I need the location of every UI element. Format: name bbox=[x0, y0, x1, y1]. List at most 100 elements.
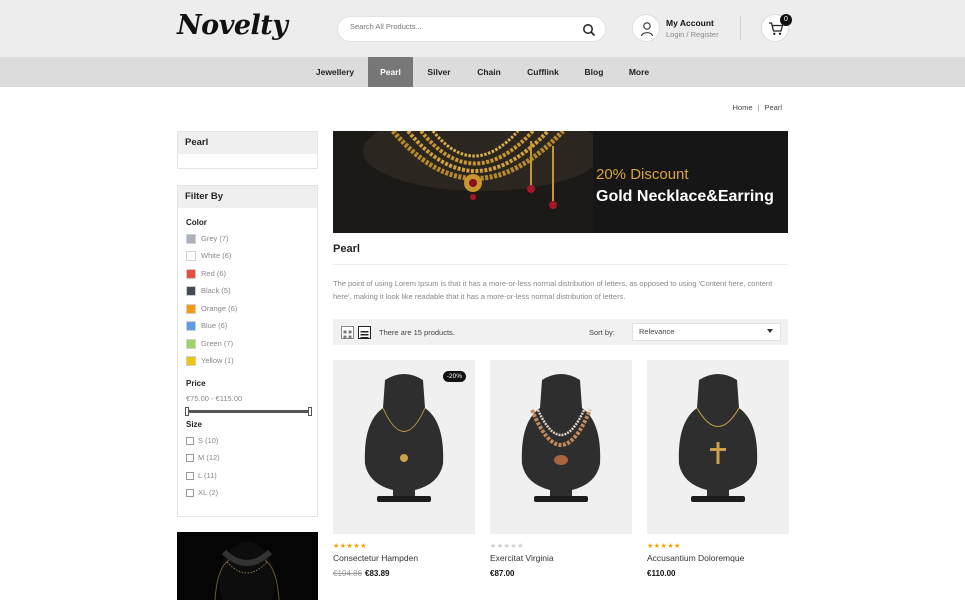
nav-item-blog[interactable]: Blog bbox=[577, 57, 611, 87]
product-image[interactable] bbox=[490, 360, 632, 534]
gold-necklace-image bbox=[333, 131, 593, 233]
product-price: €87.00 bbox=[490, 569, 515, 578]
size-checkbox[interactable] bbox=[186, 471, 194, 480]
color-swatch[interactable] bbox=[186, 250, 196, 261]
main-nav: Jewellery Pearl Silver Chain Cufflink Bl… bbox=[0, 57, 965, 87]
grid-view-button[interactable] bbox=[341, 326, 354, 339]
color-filter-title: Color bbox=[186, 218, 207, 227]
breadcrumb-home[interactable]: Home bbox=[733, 103, 753, 112]
account-button[interactable] bbox=[632, 14, 660, 42]
sort-select[interactable]: Relevance bbox=[632, 323, 781, 341]
nav-item-more[interactable]: More bbox=[622, 57, 656, 87]
color-option-label: Black (5) bbox=[201, 286, 231, 295]
color-option-grey[interactable]: Grey (7) bbox=[186, 233, 229, 244]
price-range-text: €75.00 - €115.00 bbox=[186, 394, 243, 403]
sort-select-value: Relevance bbox=[639, 327, 675, 336]
color-option-label: Red (6) bbox=[201, 269, 227, 278]
product-toolbar: There are 15 products. Sort by: Relevanc… bbox=[333, 319, 788, 345]
nav-item-jewellery[interactable]: Jewellery bbox=[306, 57, 364, 87]
product-old-price: €104.86 bbox=[333, 569, 362, 578]
color-option-label: Blue (6) bbox=[201, 321, 228, 330]
size-option-label: M (12) bbox=[198, 453, 220, 462]
necklace-image bbox=[214, 542, 280, 600]
site-header: Novelty My Account Login / Register 0 bbox=[0, 0, 965, 57]
color-swatch[interactable] bbox=[186, 268, 196, 279]
category-description: The point of using Lorem Ipsum is that i… bbox=[333, 279, 773, 301]
color-swatch[interactable] bbox=[186, 355, 196, 366]
product-card[interactable]: -20% ★★★★★ Consectetur Hampden €104.86 €… bbox=[333, 360, 475, 578]
breadcrumb-separator: | bbox=[757, 103, 760, 112]
sidebar-promo-image[interactable] bbox=[177, 532, 318, 600]
necklace-bust-image bbox=[364, 374, 444, 502]
size-filter-title: Size bbox=[186, 420, 203, 429]
breadcrumb: Home | Pearl bbox=[733, 103, 782, 112]
color-option-label: Yellow (1) bbox=[201, 356, 234, 365]
color-swatch[interactable] bbox=[186, 233, 196, 244]
size-option-l[interactable]: L (11) bbox=[186, 470, 217, 481]
breadcrumb-current: Pearl bbox=[764, 103, 782, 112]
color-option-yellow[interactable]: Yellow (1) bbox=[186, 355, 234, 366]
rating-stars: ★★★★★ bbox=[490, 543, 524, 550]
product-name[interactable]: Accusantium Doloremque bbox=[647, 553, 744, 563]
color-option-orange[interactable]: Orange (6) bbox=[186, 303, 237, 314]
size-checkbox[interactable] bbox=[186, 436, 194, 445]
nav-item-silver[interactable]: Silver bbox=[418, 57, 460, 87]
nav-item-pearl[interactable]: Pearl bbox=[368, 57, 413, 87]
size-checkbox[interactable] bbox=[186, 453, 194, 462]
title-divider bbox=[333, 264, 788, 265]
login-link[interactable]: Login bbox=[666, 30, 684, 39]
nav-item-chain[interactable]: Chain bbox=[468, 57, 510, 87]
account-title[interactable]: My Account bbox=[666, 18, 714, 28]
color-option-red[interactable]: Red (6) bbox=[186, 268, 226, 279]
size-option-xl[interactable]: XL (2) bbox=[186, 487, 218, 498]
color-swatch[interactable] bbox=[186, 338, 196, 349]
header-divider bbox=[740, 16, 741, 40]
color-option-black[interactable]: Black (5) bbox=[186, 285, 231, 296]
chevron-down-icon bbox=[767, 329, 773, 333]
register-link[interactable]: Register bbox=[691, 30, 719, 39]
size-option-m[interactable]: M (12) bbox=[186, 452, 220, 463]
price-slider-track[interactable] bbox=[187, 410, 311, 413]
promo-banner[interactable]: 20% Discount Gold Necklace&Earring bbox=[333, 131, 788, 233]
price-slider-max-handle[interactable] bbox=[308, 407, 312, 416]
sort-label: Sort by: bbox=[589, 328, 615, 337]
product-card[interactable]: ★★★★★ Exercitat Virginia €87.00 bbox=[490, 360, 632, 578]
color-swatch[interactable] bbox=[186, 320, 196, 331]
color-option-label: Green (7) bbox=[201, 339, 234, 348]
filter-title: Filter By bbox=[178, 186, 317, 208]
filter-panel: Filter By Color Grey (7) White (6) Red (… bbox=[177, 185, 318, 517]
color-option-green[interactable]: Green (7) bbox=[186, 338, 233, 349]
rating-stars: ★★★★★ bbox=[647, 543, 681, 550]
account-links: Login / Register bbox=[666, 30, 719, 39]
category-title[interactable]: Pearl bbox=[178, 132, 317, 154]
product-name[interactable]: Exercitat Virginia bbox=[490, 553, 554, 563]
color-swatch[interactable] bbox=[186, 303, 196, 314]
search-icon[interactable] bbox=[582, 23, 596, 37]
product-image[interactable] bbox=[647, 360, 789, 534]
size-option-label: XL (2) bbox=[198, 488, 219, 497]
size-option-label: L (11) bbox=[198, 471, 217, 480]
product-price: €110.00 bbox=[647, 569, 676, 578]
grid-icon bbox=[343, 330, 352, 339]
product-name[interactable]: Consectetur Hampden bbox=[333, 553, 418, 563]
size-checkbox[interactable] bbox=[186, 488, 194, 497]
color-option-white[interactable]: White (6) bbox=[186, 250, 231, 261]
necklace-bust-image bbox=[678, 374, 758, 502]
user-icon bbox=[640, 22, 654, 37]
product-image[interactable]: -20% bbox=[333, 360, 475, 534]
product-count: There are 15 products. bbox=[379, 328, 455, 337]
list-view-button[interactable] bbox=[358, 326, 371, 339]
site-logo[interactable]: Novelty bbox=[177, 10, 288, 41]
color-swatch[interactable] bbox=[186, 285, 196, 296]
product-card[interactable]: ★★★★★ Accusantium Doloremque €110.00 bbox=[647, 360, 789, 578]
color-option-blue[interactable]: Blue (6) bbox=[186, 320, 227, 331]
category-box: Pearl bbox=[177, 131, 318, 169]
price-slider-min-handle[interactable] bbox=[185, 407, 189, 416]
nav-item-cufflink[interactable]: Cufflink bbox=[520, 57, 566, 87]
discount-badge: -20% bbox=[442, 371, 466, 382]
rating-stars: ★★★★★ bbox=[333, 543, 367, 550]
color-option-label: Grey (7) bbox=[201, 234, 229, 243]
search-input[interactable] bbox=[350, 22, 570, 31]
size-option-label: S (10) bbox=[198, 436, 219, 445]
size-option-s[interactable]: S (10) bbox=[186, 435, 218, 446]
